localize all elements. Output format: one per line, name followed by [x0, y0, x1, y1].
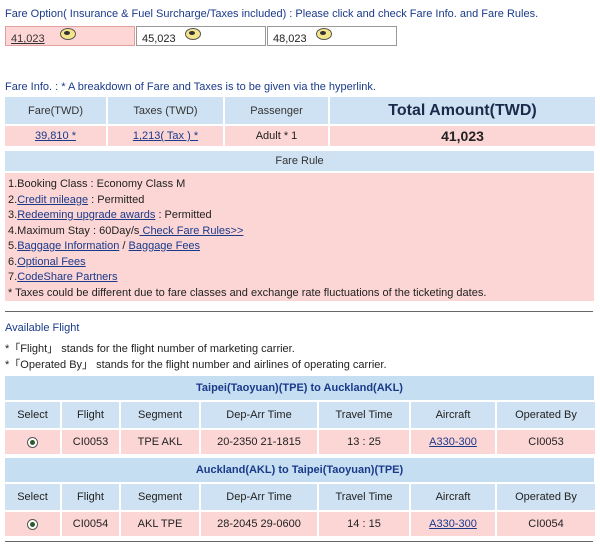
tax-amount-link[interactable]: 1,213( Tax ) * — [133, 130, 198, 142]
travel-time-value: 13 : 25 — [319, 430, 409, 454]
coin-icon — [185, 28, 201, 40]
divider — [5, 311, 593, 312]
rule-max-stay: 4.Maximum Stay : 60Day/s Check Fare Rule… — [8, 224, 594, 240]
col-select: Select — [5, 484, 60, 510]
rule-credit-mileage: 2.Credit mileage : Permitted — [8, 193, 594, 209]
available-flight-title: Available Flight — [5, 322, 80, 334]
dep-arr-time-value: 20-2350 21-1815 — [201, 430, 317, 454]
coin-icon — [60, 28, 76, 40]
rule-optional-fees: 6.Optional Fees — [8, 255, 594, 271]
fare-info-note: Fare Info. : * A breakdown of Fare and T… — [5, 81, 376, 93]
redeeming-upgrade-link[interactable]: Redeeming upgrade awards — [17, 209, 155, 221]
rule-codeshare: 7.CodeShare Partners — [8, 270, 594, 286]
dep-arr-time-value: 28-2045 29-0600 — [201, 512, 317, 536]
select-radio-button[interactable] — [27, 518, 38, 530]
rule-baggage: 5.Baggage Information / Baggage Fees — [8, 239, 594, 255]
rule-number: 2. — [8, 193, 18, 206]
operated-by-note: *「Operated By」 stands for the flight num… — [5, 359, 387, 371]
separator: / — [119, 240, 129, 252]
fare-option-amount: 45,023 — [142, 33, 176, 45]
rule-value: 4.Maximum Stay : 60Day/s — [8, 224, 140, 237]
rule-number: 5. — [8, 240, 18, 252]
fare-option-1[interactable]: 41,023 — [5, 26, 135, 46]
operated-by-value: CI0054 — [497, 512, 595, 536]
fare-rule-title: Fare Rule — [5, 151, 594, 171]
operated-by-value: CI0053 — [497, 430, 595, 454]
baggage-info-link[interactable]: Baggage Information — [17, 240, 119, 252]
flight-number: CI0054 — [62, 512, 119, 536]
col-flight: Flight — [62, 402, 119, 428]
col-aircraft: Aircraft — [411, 402, 495, 428]
fare-option-3[interactable]: 48,023 — [267, 26, 397, 46]
travel-time-value: 14 : 15 — [319, 512, 409, 536]
flight-note: *「Flight」 stands for the flight number o… — [5, 343, 295, 355]
fare-option-amount: 41,023 — [11, 33, 45, 45]
rule-number: 3. — [8, 209, 18, 221]
col-operated-by: Operated By — [497, 484, 595, 510]
codeshare-partners-link[interactable]: CodeShare Partners — [17, 271, 117, 283]
rule-number: 6. — [8, 255, 18, 268]
optional-fees-link[interactable]: Optional Fees — [17, 256, 85, 268]
segment-title-outbound: Taipei(Taoyuan)(TPE) to Auckland(AKL) — [5, 376, 594, 400]
passenger-header: Passenger — [225, 97, 328, 124]
rule-number: 7. — [8, 271, 18, 283]
fare-option-amount: 48,023 — [273, 33, 307, 45]
flight-number: CI0053 — [62, 430, 119, 454]
col-segment: Segment — [121, 402, 199, 428]
col-travel-time: Travel Time — [319, 484, 409, 510]
rule-value: : Permitted — [88, 193, 145, 206]
fare-option-2[interactable]: 45,023 — [136, 26, 266, 46]
fare-amount-link[interactable]: 39,810 * — [35, 130, 76, 142]
fare-table: Fare(TWD) Taxes (TWD) Passenger Total Am… — [3, 95, 597, 148]
aircraft-link[interactable]: A330-300 — [429, 436, 477, 448]
outbound-flight-table: Select Flight Segment Dep-Arr Time Trave… — [3, 400, 597, 456]
fare-header: Fare(TWD) — [5, 97, 106, 124]
select-radio-button[interactable] — [27, 436, 38, 448]
segment-value: TPE AKL — [121, 430, 199, 454]
col-select: Select — [5, 402, 60, 428]
segment-value: AKL TPE — [121, 512, 199, 536]
col-operated-by: Operated By — [497, 402, 595, 428]
segment-title-return: Auckland(AKL) to Taipei(Taoyuan)(TPE) — [5, 458, 594, 482]
rule-upgrade: 3.Redeeming upgrade awards : Permitted — [8, 208, 594, 224]
col-segment: Segment — [121, 484, 199, 510]
col-aircraft: Aircraft — [411, 484, 495, 510]
check-fare-rules-link[interactable]: Check Fare Rules>> — [139, 225, 243, 237]
rule-value: : Permitted — [155, 209, 212, 221]
col-dep-arr-time: Dep-Arr Time — [201, 402, 317, 428]
aircraft-link[interactable]: A330-300 — [429, 518, 477, 530]
table-row: CI0054 AKL TPE 28-2045 29-0600 14 : 15 A… — [5, 512, 595, 536]
taxes-disclaimer: * Taxes could be different due to fare c… — [8, 286, 487, 299]
fare-option-header: Fare Option( Insurance & Fuel Surcharge/… — [5, 8, 539, 20]
return-flight-table: Select Flight Segment Dep-Arr Time Trave… — [3, 482, 597, 538]
total-amount-header: Total Amount(TWD) — [330, 97, 595, 124]
col-travel-time: Travel Time — [319, 402, 409, 428]
divider — [5, 541, 593, 542]
passenger-value: Adult * 1 — [225, 126, 328, 146]
total-amount-value: 41,023 — [330, 126, 595, 146]
credit-mileage-link[interactable]: Credit mileage — [17, 194, 88, 206]
rule-booking-class: 1.Booking Class : Economy Class M — [8, 178, 186, 190]
table-row: CI0053 TPE AKL 20-2350 21-1815 13 : 25 A… — [5, 430, 595, 454]
baggage-fees-link[interactable]: Baggage Fees — [129, 240, 201, 252]
col-flight: Flight — [62, 484, 119, 510]
coin-icon — [316, 28, 332, 40]
col-dep-arr-time: Dep-Arr Time — [201, 484, 317, 510]
fare-rule-panel: 1.Booking Class : Economy Class M 2.Cred… — [5, 173, 594, 301]
taxes-header: Taxes (TWD) — [108, 97, 223, 124]
